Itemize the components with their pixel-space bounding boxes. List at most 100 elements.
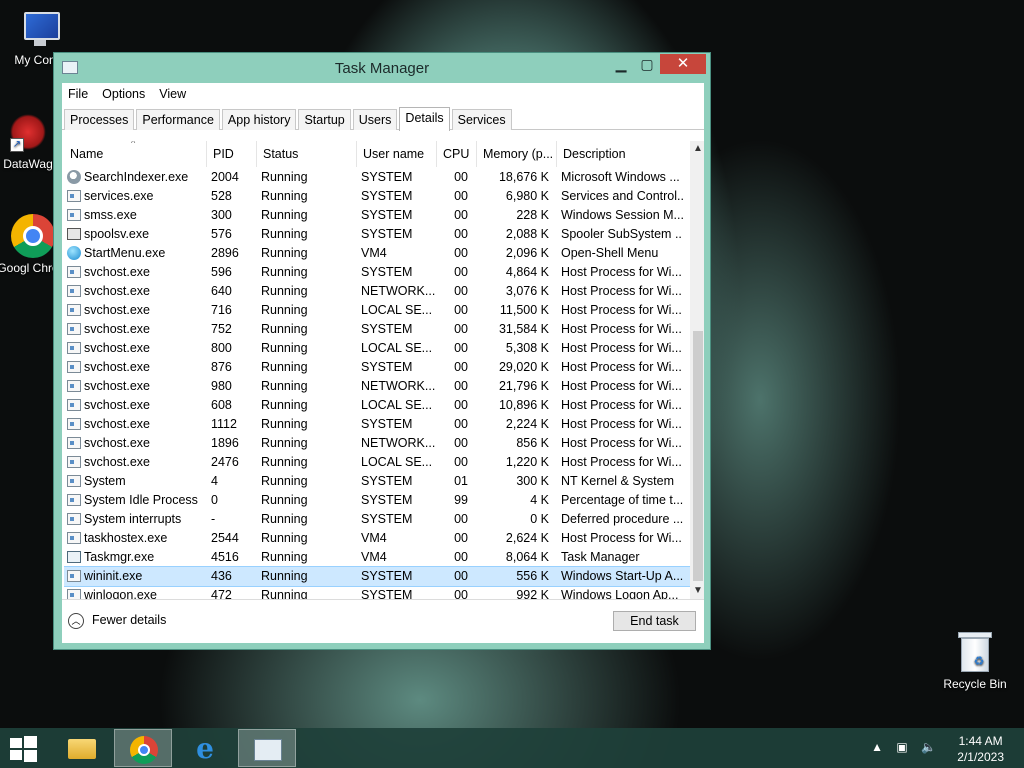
network-icon[interactable]: ▣ (896, 740, 907, 754)
process-user-name: VM4 (361, 531, 387, 545)
service-icon (67, 588, 82, 599)
scroll-up-icon[interactable]: ▲ (690, 141, 704, 157)
maximize-button[interactable]: ▢ (634, 54, 660, 74)
tab-performance[interactable]: Performance (136, 109, 220, 130)
table-row[interactable]: services.exe 528 Running SYSTEM 00 6,980 K Ser… (64, 187, 690, 206)
table-row[interactable]: svchost.exe 640 Running NETWORK... 00 3,076 K… (64, 282, 690, 301)
menu-view[interactable]: View (159, 87, 186, 101)
table-row[interactable]: svchost.exe 1112 Running SYSTEM 00 2,224 K Hos… (64, 415, 690, 434)
table-row[interactable]: winlogon.exe 472 Running SYSTEM 00 992 K Windo… (64, 586, 690, 599)
process-status: Running (261, 512, 308, 526)
process-description: Windows Start-Up A... (561, 569, 683, 583)
show-hidden-icons-icon[interactable]: ▲ (871, 740, 883, 754)
menu-file[interactable]: File (68, 87, 88, 101)
process-name: svchost.exe (84, 303, 151, 317)
table-row[interactable]: spoolsv.exe 576 Running SYSTEM 00 2,088 K Spoo… (64, 225, 690, 244)
chrome-icon (11, 214, 55, 258)
process-description: Services and Control... (561, 189, 683, 203)
service-icon (67, 303, 82, 317)
column-header-user-name[interactable]: User name (357, 141, 437, 167)
table-row[interactable]: System Idle Process 0 Running SYSTEM 99 4 K Pe… (64, 491, 690, 510)
close-button[interactable]: ✕ (660, 54, 706, 74)
table-row[interactable]: svchost.exe 752 Running SYSTEM 00 31,584 K Hos… (64, 320, 690, 339)
service-icon (67, 379, 82, 393)
scroll-down-icon[interactable]: ▼ (690, 583, 704, 599)
taskbar-task-manager[interactable] (238, 729, 296, 767)
process-pid: 640 (211, 284, 232, 298)
process-name: svchost.exe (84, 379, 151, 393)
table-row[interactable]: SearchIndexer.exe 2004 Running SYSTEM 00 18,6… (64, 168, 690, 187)
tab-app-history[interactable]: App history (221, 109, 297, 130)
process-user-name: VM4 (361, 550, 387, 564)
vertical-scrollbar[interactable]: ▲ ▼ (690, 141, 704, 599)
desktop-icon-label: Recycle Bin (943, 677, 1007, 691)
volume-icon[interactable]: 🔈 (921, 740, 936, 754)
task-manager-window: Task Manager ▁ ▢ ✕ File Options View Pro… (53, 52, 711, 650)
table-row[interactable]: System 4 Running SYSTEM 01 300 K NT Kernel & S… (64, 472, 690, 491)
column-header-cpu[interactable]: CPU (437, 141, 477, 167)
table-row[interactable]: wininit.exe 436 Running SYSTEM 00 556 K Window… (64, 566, 691, 587)
service-icon (67, 455, 82, 469)
table-row[interactable]: svchost.exe 716 Running LOCAL SE... 00 11,500… (64, 301, 690, 320)
table-row[interactable]: svchost.exe 800 Running LOCAL SE... 00 5,308 … (64, 339, 690, 358)
taskbar-chrome[interactable] (114, 729, 172, 767)
table-row[interactable]: StartMenu.exe 2896 Running VM4 00 2,096 K Open… (64, 244, 690, 263)
process-pid: 472 (211, 588, 232, 599)
column-header-pid[interactable]: PID (207, 141, 257, 167)
start-icon[interactable] (8, 736, 38, 762)
chevron-up-icon: ︿ (68, 612, 84, 629)
process-status: Running (261, 531, 308, 545)
table-row[interactable]: svchost.exe 1896 Running NETWORK... 00 856 KH… (64, 434, 690, 453)
column-header-memory[interactable]: Memory (p... (477, 141, 557, 167)
process-pid: 528 (211, 189, 232, 203)
column-header-status[interactable]: Status (257, 141, 357, 167)
table-row[interactable]: svchost.exe 980 Running NETWORK... 00 21,796 … (64, 377, 690, 396)
table-row[interactable]: smss.exe 300 Running SYSTEM 00 228 K Windows S… (64, 206, 690, 225)
process-user-name: SYSTEM (361, 189, 413, 203)
process-memory: 3,076 K (505, 284, 549, 298)
process-status: Running (261, 170, 308, 184)
taskbar-internet-explorer[interactable]: e (176, 729, 234, 767)
minimize-button[interactable]: ▁ (608, 54, 634, 74)
process-name: svchost.exe (84, 398, 151, 412)
process-pid: 2004 (211, 170, 239, 184)
process-user-name: SYSTEM (361, 474, 413, 488)
tab-startup[interactable]: Startup (298, 109, 351, 130)
table-row[interactable]: svchost.exe 596 Running SYSTEM 00 4,864 K Host… (64, 263, 690, 282)
datawag-icon: ↗ (8, 114, 48, 154)
column-header-name[interactable]: Name (64, 141, 207, 167)
table-row[interactable]: Taskmgr.exe 4516 Running VM4 00 8,064 K Task M… (64, 548, 690, 567)
process-status: Running (261, 474, 308, 488)
process-pid: 608 (211, 398, 232, 412)
process-description: Host Process for Wi... (561, 303, 682, 317)
menu-options[interactable]: Options (102, 87, 145, 101)
table-row[interactable]: svchost.exe 2476 Running LOCAL SE... 00 1,220… (64, 453, 690, 472)
process-status: Running (261, 189, 308, 203)
tab-processes[interactable]: Processes (64, 109, 135, 130)
table-row[interactable]: System interrupts - Running SYSTEM 00 0 K Defe… (64, 510, 690, 529)
desktop-icon-recycle-bin[interactable]: ♻ Recycle Bin (935, 632, 1015, 691)
footer-divider (62, 599, 704, 600)
process-status: Running (261, 284, 308, 298)
process-status: Running (261, 227, 308, 241)
process-description: Host Process for Wi... (561, 379, 682, 393)
table-row[interactable]: taskhostex.exe 2544 Running VM4 00 2,624 K Hos… (64, 529, 690, 548)
clock[interactable]: 1:44 AM 2/1/2023 (957, 733, 1004, 765)
process-name: svchost.exe (84, 284, 151, 298)
process-description: Percentage of time t... (561, 493, 683, 507)
tab-services[interactable]: Services (451, 109, 512, 130)
fewer-details-button[interactable]: ︿ Fewer details (68, 610, 166, 630)
table-row[interactable]: svchost.exe 608 Running LOCAL SE... 00 10,896… (64, 396, 690, 415)
process-description: Spooler SubSystem ... (561, 227, 683, 241)
title-bar[interactable]: Task Manager ▁ ▢ ✕ (54, 53, 710, 83)
tab-details[interactable]: Details (399, 107, 450, 131)
column-header-description[interactable]: Description (557, 141, 690, 167)
process-status: Running (261, 550, 308, 564)
process-pid: 1112 (211, 417, 237, 431)
process-name: wininit.exe (84, 569, 143, 583)
tab-users[interactable]: Users (352, 109, 398, 130)
taskbar-file-explorer[interactable] (52, 729, 110, 767)
scrollbar-thumb[interactable] (693, 331, 703, 581)
table-row[interactable]: svchost.exe 876 Running SYSTEM 00 29,020 K Hos… (64, 358, 690, 377)
end-task-button[interactable]: End task (613, 611, 696, 631)
